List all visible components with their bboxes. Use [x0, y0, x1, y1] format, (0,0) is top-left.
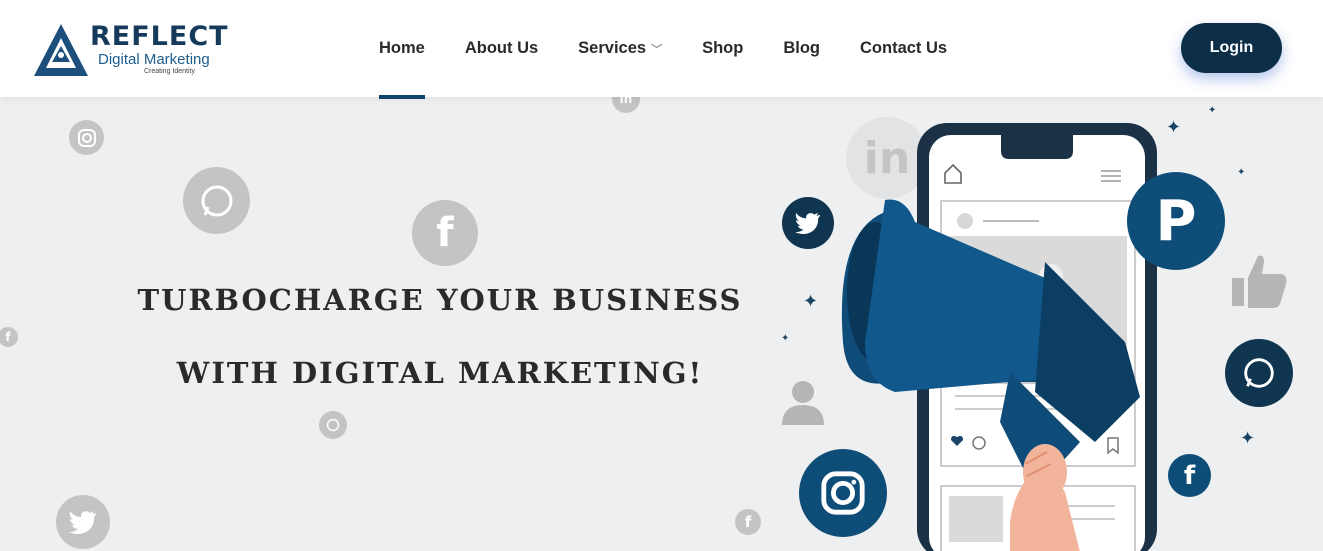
- whatsapp-icon: [183, 167, 250, 234]
- brand-subtitle: Digital Marketing: [98, 51, 210, 68]
- sparkle-icon: ✦: [781, 333, 790, 344]
- hero-headline-line2: WITH DIGITAL MARKETING!: [176, 356, 704, 390]
- logo-mark-icon: [34, 24, 88, 76]
- site-header: REFLECT Digital Marketing Creating Ident…: [0, 0, 1323, 99]
- nav-shop-label: Shop: [702, 39, 744, 57]
- whatsapp-icon: [319, 411, 347, 439]
- user-icon: [782, 381, 824, 425]
- nav-services-label: Services: [578, 39, 647, 57]
- brand-logo[interactable]: REFLECT Digital Marketing Creating Ident…: [32, 20, 232, 80]
- sparkle-icon: ✦: [1240, 428, 1256, 448]
- nav-shop[interactable]: Shop: [702, 0, 743, 97]
- login-button[interactable]: Login: [1181, 23, 1282, 73]
- main-nav: Home About Us Services ﹀ Shop Blog Contac…: [379, 0, 987, 99]
- nav-blog[interactable]: Blog: [783, 0, 820, 97]
- pinterest-icon: P: [1127, 172, 1225, 270]
- sparkle-icon: ✦: [1237, 167, 1246, 178]
- facebook-icon: f: [1168, 454, 1211, 497]
- nav-blog-label: Blog: [783, 39, 820, 57]
- whatsapp-icon: [1225, 339, 1293, 407]
- nav-home[interactable]: Home: [379, 0, 425, 99]
- sparkle-icon: ✦: [1166, 117, 1182, 137]
- brand-tagline: Creating Identity: [144, 68, 195, 75]
- thumbs-up-icon: [1232, 255, 1287, 308]
- hero-headline-line1: TURBOCHARGE YOUR BUSINESS: [137, 283, 743, 317]
- nav-contact-us[interactable]: Contact Us: [860, 0, 947, 97]
- chevron-down-icon: ﹀: [651, 43, 663, 56]
- nav-about-us-label: About Us: [464, 39, 539, 57]
- nav-home-label: Home: [379, 39, 425, 57]
- nav-services[interactable]: Services ﹀: [578, 0, 662, 97]
- nav-about-us[interactable]: About Us: [465, 0, 538, 97]
- sparkle-icon: ✦: [803, 291, 819, 311]
- instagram-icon: [799, 449, 887, 537]
- brand-name: REFLECT: [90, 21, 229, 52]
- twitter-icon: [56, 495, 110, 549]
- instagram-icon: [69, 120, 104, 155]
- twitter-icon: [782, 197, 834, 249]
- facebook-icon: f: [735, 509, 761, 535]
- hero-banner: f in f f TURBOCHARGE YOUR BUSINESS WITH …: [0, 97, 1323, 551]
- facebook-icon: f: [0, 327, 18, 347]
- linkedin-icon: in: [612, 97, 640, 113]
- facebook-icon: f: [412, 200, 478, 266]
- sparkle-icon: ✦: [1208, 105, 1217, 116]
- nav-contact-us-label: Contact Us: [860, 39, 948, 57]
